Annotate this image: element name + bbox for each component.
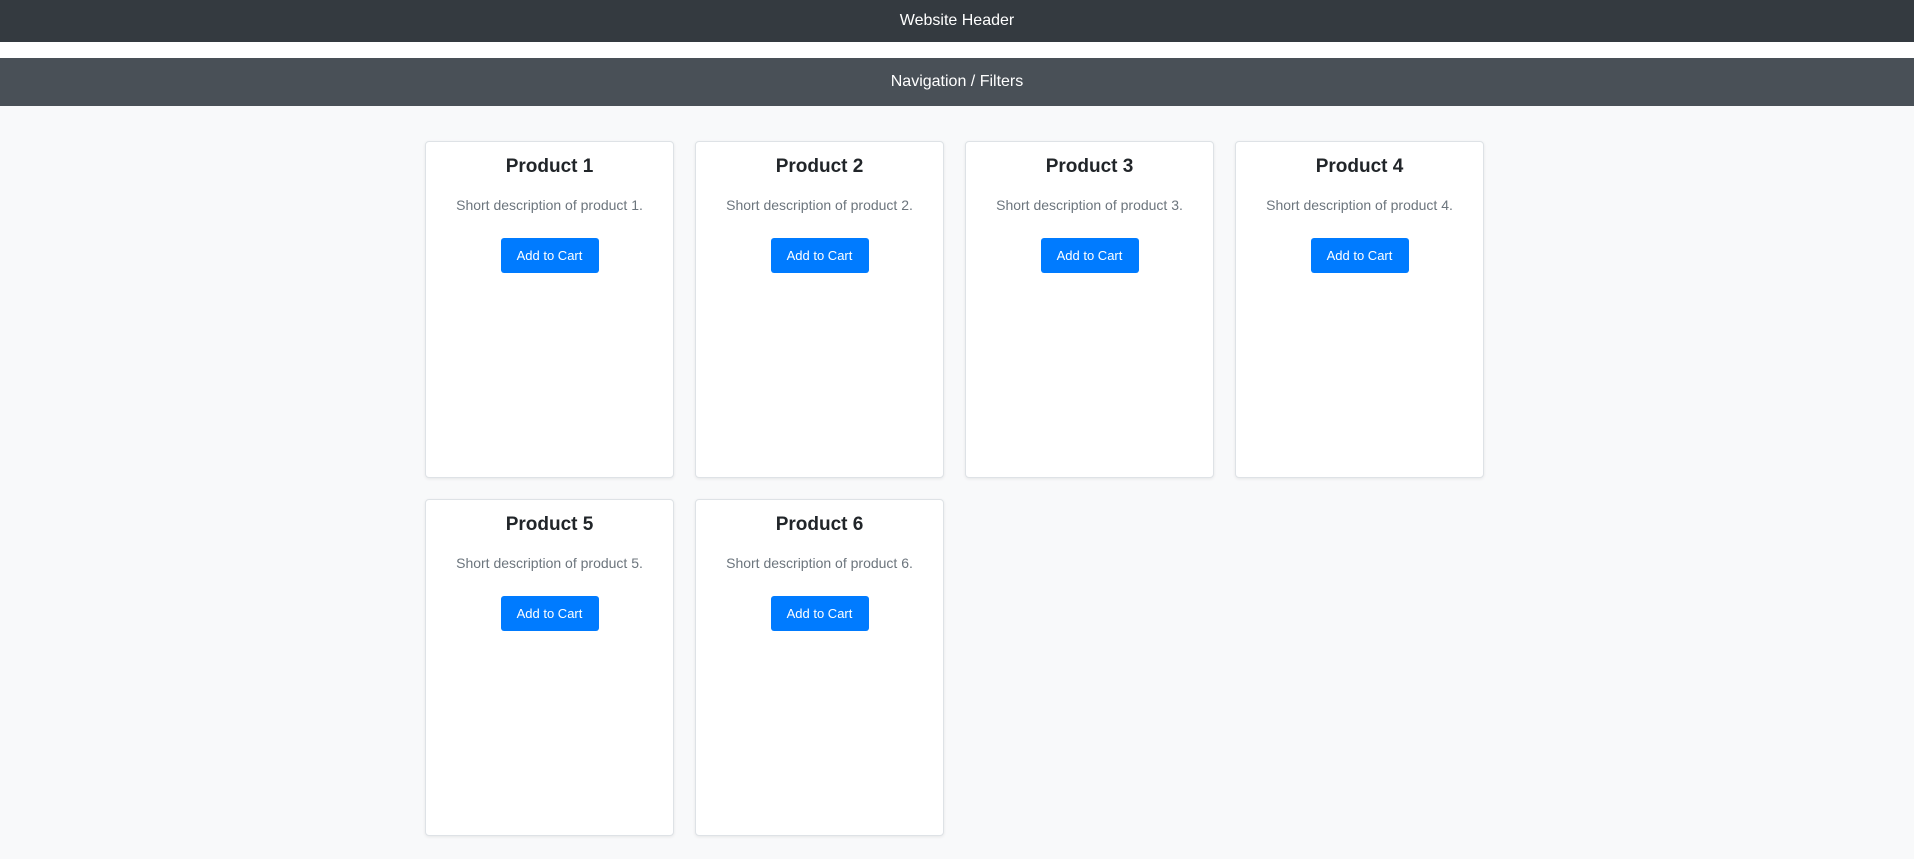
product-title: Product 1 <box>505 156 594 177</box>
product-card: Product 2 Short description of product 2… <box>695 141 944 478</box>
add-to-cart-button[interactable]: Add to Cart <box>770 596 869 631</box>
product-description: Short description of product 3. <box>996 197 1183 213</box>
product-card: Product 6 Short description of product 6… <box>695 499 944 836</box>
product-description: Short description of product 1. <box>456 197 643 213</box>
add-to-cart-button[interactable]: Add to Cart <box>500 596 599 631</box>
product-card: Product 1 Short description of product 1… <box>425 141 674 478</box>
header-title: Website Header <box>899 12 1015 29</box>
nav-label: Navigation / Filters <box>890 73 1024 90</box>
product-title: Product 6 <box>775 514 864 535</box>
product-title: Product 2 <box>775 156 864 177</box>
product-description: Short description of product 6. <box>726 555 913 571</box>
header-spacer <box>0 42 1914 58</box>
product-description: Short description of product 5. <box>456 555 643 571</box>
website-header: Website Header <box>0 0 1914 42</box>
product-title: Product 4 <box>1315 156 1404 177</box>
add-to-cart-button[interactable]: Add to Cart <box>1040 238 1139 273</box>
navigation-filters-bar[interactable]: Navigation / Filters <box>0 58 1914 106</box>
add-to-cart-button[interactable]: Add to Cart <box>1310 238 1409 273</box>
product-description: Short description of product 4. <box>1266 197 1453 213</box>
product-card: Product 4 Short description of product 4… <box>1235 141 1484 478</box>
product-card: Product 3 Short description of product 3… <box>965 141 1214 478</box>
product-title: Product 3 <box>1045 156 1134 177</box>
add-to-cart-button[interactable]: Add to Cart <box>500 238 599 273</box>
add-to-cart-button[interactable]: Add to Cart <box>770 238 869 273</box>
product-description: Short description of product 2. <box>726 197 913 213</box>
product-card: Product 5 Short description of product 5… <box>425 499 674 836</box>
product-grid: Product 1 Short description of product 1… <box>425 141 1485 836</box>
product-title: Product 5 <box>505 514 594 535</box>
